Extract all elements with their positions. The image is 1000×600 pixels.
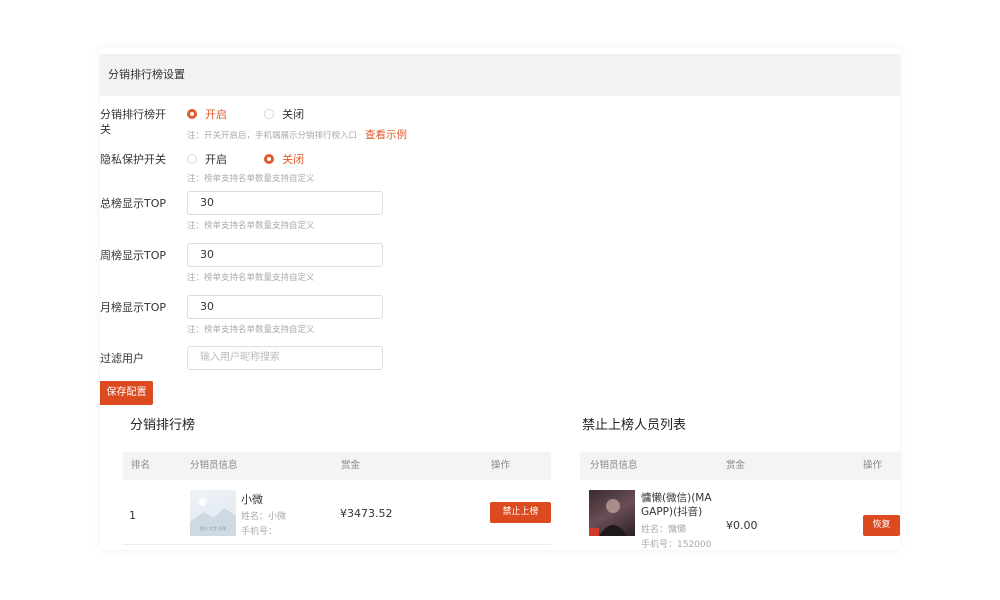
total-top-note: 注：榜单支持名单数量支持自定义: [187, 221, 315, 231]
filter-users-input[interactable]: 输入用户昵称搜索: [187, 346, 383, 370]
distributor-nickname: 小微: [241, 493, 263, 506]
privacy-switch-label: 隐私保护开关: [100, 153, 166, 166]
settings-card: 分销排行榜设置 分销排行榜开关 开启 关闭 注：开关开启后，手机端展示分销排行榜…: [100, 48, 900, 550]
distributor-phone: 手机号：: [241, 527, 278, 537]
ranking-table-header: 排名 分销员信息 赏金 操作: [123, 452, 551, 480]
ranking-switch-note: 注：开关开启后，手机端展示分销排行榜入口 查看示例: [187, 129, 408, 141]
banned-reward: ¥0.00: [726, 519, 758, 532]
col-action: 操作: [863, 460, 883, 471]
banned-title: 禁止上榜人员列表: [582, 418, 687, 433]
privacy-switch-off-radio[interactable]: 关闭: [264, 151, 304, 167]
banned-nickname-line1: 慵懒(微信)(MA: [641, 492, 712, 504]
banned-phone: 手机号：152000: [641, 540, 712, 550]
radio-dot-icon: [264, 154, 275, 164]
save-config-button[interactable]: 保存配置: [100, 381, 153, 405]
user-photo-icon: [589, 499, 627, 536]
total-top-input[interactable]: 30: [187, 191, 383, 215]
rank-value: 1: [129, 509, 136, 522]
ranking-panel: 分销排行榜 排名 分销员信息 赏金 操作 1 简约 文字 风景 小微 姓名：小微…: [100, 406, 572, 550]
total-top-label: 总榜显示TOP: [100, 197, 167, 210]
radio-dot-icon: [187, 154, 197, 164]
col-reward: 赏金: [726, 460, 746, 471]
month-top-input[interactable]: 30: [187, 295, 383, 319]
col-info: 分销员信息: [590, 460, 638, 471]
filter-users-label: 过滤用户: [100, 352, 144, 365]
section-header: 分销排行榜设置: [100, 54, 900, 96]
month-top-label: 月榜显示TOP: [100, 301, 167, 314]
ranking-switch-label: 分销排行榜开关: [100, 108, 166, 136]
ranking-title: 分销排行榜: [130, 418, 196, 433]
ban-ranking-button[interactable]: 禁止上榜: [490, 502, 551, 523]
avatar: 简约 文字 风景: [190, 490, 236, 536]
month-top-note: 注：榜单支持名单数量支持自定义: [187, 325, 315, 335]
ranking-switch-on-radio[interactable]: 开启: [187, 106, 227, 122]
col-info: 分销员信息: [190, 460, 238, 471]
distributor-name: 姓名：小微: [241, 512, 287, 522]
radio-dot-icon: [187, 109, 197, 119]
banned-table-header: 分销员信息 赏金 操作: [580, 452, 900, 480]
row-divider: [123, 544, 551, 545]
privacy-switch-note: 注：榜单支持名单数量支持自定义: [187, 174, 315, 184]
col-action: 操作: [491, 460, 511, 471]
svg-text:简约 文字 风景: 简约 文字 风景: [200, 525, 227, 531]
col-reward: 赏金: [341, 460, 361, 471]
radio-dot-icon: [264, 109, 275, 119]
view-example-link[interactable]: 查看示例: [365, 129, 407, 141]
week-top-label: 周榜显示TOP: [100, 249, 167, 262]
week-top-note: 注：榜单支持名单数量支持自定义: [187, 273, 315, 283]
reward-value: ¥3473.52: [340, 507, 393, 520]
col-rank: 排名: [131, 460, 151, 471]
banned-nickname-line2: GAPP)(抖音): [641, 506, 703, 518]
avatar: [589, 490, 635, 536]
week-top-input[interactable]: 30: [187, 243, 383, 267]
landscape-thumbnail-icon: 简约 文字 风景: [190, 498, 236, 536]
privacy-switch-on-radio[interactable]: 开启: [187, 151, 227, 167]
banned-name: 姓名：慵懒: [641, 525, 687, 535]
restore-button[interactable]: 恢复: [863, 515, 900, 536]
ranking-switch-off-radio[interactable]: 关闭: [264, 106, 304, 122]
banned-panel: 禁止上榜人员列表 分销员信息 赏金 操作 慵懒(微信)(MA GAPP)(抖音)…: [572, 406, 900, 550]
